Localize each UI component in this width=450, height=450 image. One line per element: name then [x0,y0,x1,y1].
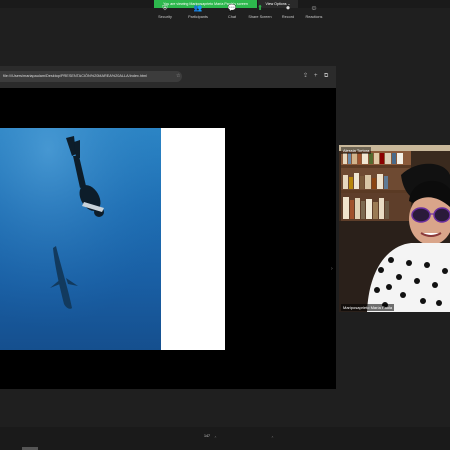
share-caret-icon[interactable]: ⌃ [271,436,274,440]
participants-count: 147 [204,434,210,438]
add-tab-icon[interactable]: + [314,71,318,82]
share-icon[interactable]: ⇪ [303,71,308,82]
address-bar[interactable]: file:///Users/mariapaulam/Desktop/PRESEN… [0,71,182,82]
participant-name-top: Alessia Tortora [341,147,372,154]
gallery-arrow-icon[interactable]: › [331,266,333,272]
reactions-button[interactable]: ☺ Reactions [294,4,334,20]
reactions-icon: ☺ [310,5,318,12]
participant-video[interactable] [339,145,450,312]
participant-scene [339,145,450,312]
url-text: file:///Users/mariapaulam/Desktop/PRESEN… [3,74,148,78]
meeting-toolbar [0,427,450,450]
browser-toolbar: file:///Users/mariapaulam/Desktop/PRESEN… [0,66,336,88]
diver-shark-illustration [0,128,161,350]
slide-blank-area [161,128,225,350]
participant-name-bottom: Mariposaprieto María Paula [341,304,395,311]
bookmark-icon[interactable]: ☆ [176,71,180,82]
slide-image-diver [0,128,161,350]
tabs-icon[interactable]: ⧉ [324,71,328,82]
participants-caret-icon[interactable]: ⌃ [214,436,217,440]
